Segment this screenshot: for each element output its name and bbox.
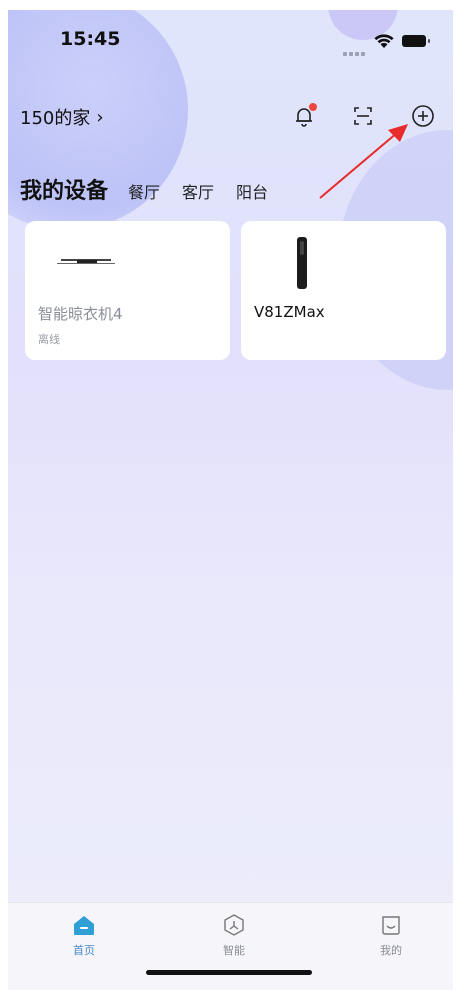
tab-mine-label: 我的 <box>380 944 402 957</box>
smart-icon <box>224 914 244 936</box>
drying-rack-icon <box>57 259 115 265</box>
tab-smart[interactable]: 智能 <box>204 913 264 958</box>
tab-mine[interactable]: 我的 <box>361 913 421 958</box>
tab-balcony[interactable]: 阳台 <box>236 179 268 203</box>
home-name: 150的家 <box>20 108 91 129</box>
status-time: 15:45 <box>60 28 121 50</box>
tab-home[interactable]: 首页 <box>54 913 114 958</box>
signal-icon <box>343 41 369 56</box>
wifi-icon <box>374 34 394 48</box>
annotation-arrow <box>319 124 408 199</box>
device-name: V81ZMax <box>254 303 325 321</box>
bottom-tab-bar: 首页 智能 我的 <box>8 902 453 990</box>
status-bar: 15:45 <box>8 10 453 70</box>
device-card[interactable]: 智能晾衣机4 离线 <box>25 221 230 360</box>
profile-icon <box>382 916 400 935</box>
tab-living-room[interactable]: 客厅 <box>182 179 214 203</box>
tab-my-devices[interactable]: 我的设备 <box>20 173 108 205</box>
home-selector[interactable]: 150的家 › <box>20 104 104 130</box>
device-name: 智能晾衣机4 <box>38 305 123 323</box>
battery-icon <box>402 35 430 47</box>
app-screen: 15:45 150的家 › 我的设备 餐厅 客厅 阳台 智能晾衣机4 离线 V8… <box>8 10 453 990</box>
tab-smart-label: 智能 <box>223 944 245 957</box>
vacuum-icon <box>297 237 307 289</box>
tab-home-label: 首页 <box>73 944 95 957</box>
home-indicator <box>146 970 312 975</box>
notification-badge <box>309 103 317 111</box>
home-icon <box>74 916 94 935</box>
device-status: 离线 <box>38 333 60 346</box>
chevron-right-icon: › <box>96 106 104 128</box>
room-tabs: 我的设备 餐厅 客厅 阳台 <box>20 173 290 205</box>
device-card[interactable]: V81ZMax <box>241 221 446 360</box>
tab-dining-room[interactable]: 餐厅 <box>128 179 160 203</box>
